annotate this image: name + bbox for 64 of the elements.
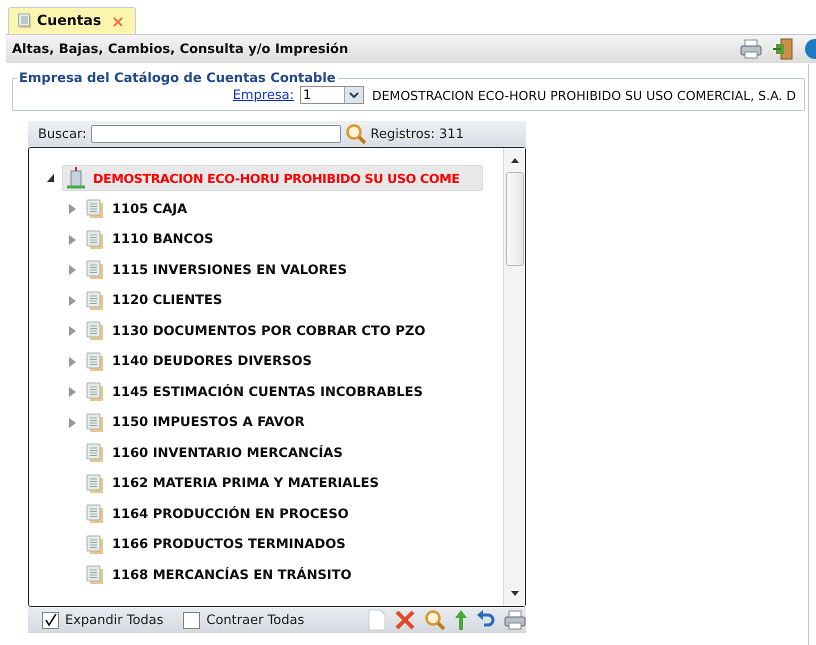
chevron-down-icon xyxy=(344,87,364,103)
empresa-select[interactable]: 1 xyxy=(300,86,364,104)
search-icon[interactable] xyxy=(344,123,367,145)
document-icon xyxy=(86,474,104,494)
tree-item[interactable]: 1150 IMPUESTOS A FAVOR xyxy=(112,415,305,430)
document-icon xyxy=(86,412,104,433)
expand-triangle-icon[interactable] xyxy=(69,356,76,367)
document-icon xyxy=(86,504,104,524)
checkbox[interactable] xyxy=(42,612,59,628)
tree-item[interactable]: 1168 MERCANCÍAS EN TRÁNSITO xyxy=(112,568,352,583)
expand-triangle-icon[interactable] xyxy=(69,204,76,214)
expand-triangle-icon[interactable] xyxy=(69,418,76,428)
tree-item[interactable]: 1166 PRODUCTOS TERMINADOS xyxy=(112,537,346,552)
print-icon[interactable] xyxy=(740,39,762,59)
search-label: Buscar: xyxy=(38,126,87,142)
document-icon xyxy=(17,13,33,29)
new-document-icon[interactable] xyxy=(368,609,386,631)
building-icon xyxy=(67,167,85,189)
exit-door-icon[interactable] xyxy=(772,38,794,60)
tree-item[interactable]: 1120 CLIENTES xyxy=(112,293,222,308)
search-icon[interactable] xyxy=(424,609,446,631)
document-icon xyxy=(86,199,104,220)
document-icon xyxy=(86,230,104,250)
print-icon[interactable] xyxy=(504,610,526,630)
expand-triangle-icon[interactable] xyxy=(69,326,76,336)
document-icon xyxy=(86,290,104,311)
arrow-up-icon[interactable] xyxy=(454,609,468,631)
tree-item[interactable]: 1162 MATERIA PRIMA Y MATERIALES xyxy=(112,476,379,492)
company-name: DEMOSTRACION ECO-HORU PROHIBIDO SU USO COMERCIAL, S.A. D xyxy=(372,88,796,102)
scroll-thumb[interactable] xyxy=(506,172,524,266)
delete-icon[interactable] xyxy=(394,609,416,631)
tree-item[interactable]: 1105 CAJA xyxy=(112,202,188,217)
group-legend: Empresa del Catálogo de Cuentas Contable xyxy=(17,71,338,86)
toolbar-title: Altas, Bajas, Cambios, Consulta y/o Impresión xyxy=(11,42,348,56)
expand-triangle-icon[interactable] xyxy=(69,387,76,398)
tree-item[interactable]: 1164 PRODUCCIÓN EN PROCESO xyxy=(112,506,349,522)
tree-item[interactable]: 1110 BANCOS xyxy=(112,232,214,248)
empresa-link[interactable]: Empresa: xyxy=(232,88,294,102)
tree-item[interactable]: 1140 DEUDORES DIVERSOS xyxy=(112,354,312,370)
records-count: Registros: 311 xyxy=(370,126,464,142)
search-field[interactable] xyxy=(90,125,341,143)
document-icon xyxy=(86,352,104,372)
expand-triangle-icon[interactable] xyxy=(69,265,76,276)
tree-item[interactable]: 1145 ESTIMACIÓN CUENTAS INCOBRABLES xyxy=(112,384,423,400)
help-icon[interactable] xyxy=(804,38,816,60)
tree-item[interactable]: 1160 INVENTARIO MERCANCÍAS xyxy=(112,446,343,461)
document-icon xyxy=(86,382,104,402)
collapse-triangle-icon[interactable] xyxy=(47,174,54,182)
checkbox-label[interactable]: Expandir Todas xyxy=(65,612,164,628)
scroll-down-icon[interactable] xyxy=(510,590,520,598)
checkbox[interactable] xyxy=(183,612,200,628)
expand-triangle-icon[interactable] xyxy=(69,296,76,306)
document-icon xyxy=(86,534,104,555)
expand-triangle-icon[interactable] xyxy=(69,234,76,245)
vertical-scrollbar[interactable] xyxy=(503,148,525,606)
document-icon xyxy=(86,443,104,464)
document-icon xyxy=(86,260,104,280)
document-icon xyxy=(86,321,104,342)
scroll-up-icon[interactable] xyxy=(510,156,520,164)
cuentas-tab[interactable]: Cuentas × xyxy=(8,7,136,34)
tree-item[interactable]: 1130 DOCUMENTOS POR COBRAR CTO PZO xyxy=(112,324,426,339)
document-icon xyxy=(86,565,104,586)
tree-item[interactable]: 1115 INVERSIONES EN VALORES xyxy=(112,262,347,278)
checkbox-label[interactable]: Contraer Todas xyxy=(206,612,304,628)
